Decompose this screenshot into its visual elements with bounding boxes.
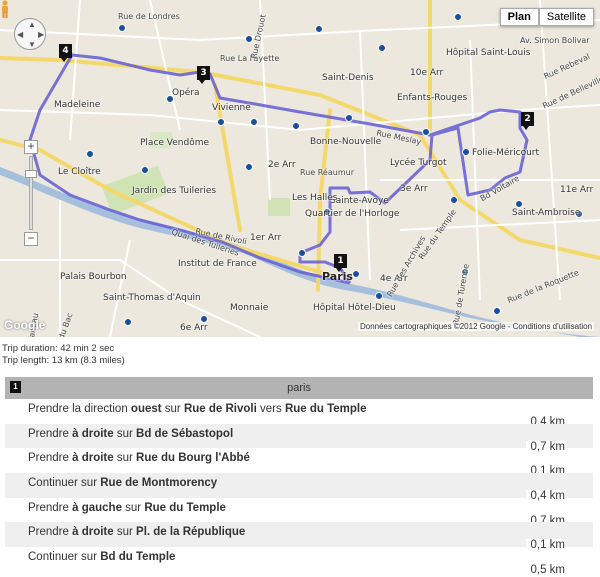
metro-icon: [462, 148, 470, 156]
route-marker-2[interactable]: 2: [521, 112, 534, 130]
metro-icon: [450, 196, 458, 204]
label-vivienne: Vivienne: [212, 103, 251, 113]
direction-step[interactable]: Prendre la direction ouest sur Rue de Ri…: [5, 399, 593, 428]
label-les-halles: Les Halles: [292, 193, 338, 203]
label-lycee-turgot: Lycée Turgot: [390, 158, 447, 168]
label-quartier-horloge: Quartier de l'Horloge: [305, 209, 400, 219]
street-rue-reaumur: Rue Réaumur: [300, 168, 354, 177]
metro-icon: [217, 118, 225, 126]
label-place-vendome: Place Vendôme: [140, 138, 210, 148]
direction-step[interactable]: Prendre à droite sur Rue du Bourg l'Abbé…: [5, 448, 593, 478]
route-marker-1[interactable]: 1: [334, 254, 347, 272]
direction-step[interactable]: Continuer sur Bd du Temple 0,5 km: [5, 547, 593, 577]
label-institut-france: Institut de France: [178, 259, 257, 269]
label-arr-10: 10e Arr: [410, 68, 444, 78]
directions-header: 1 paris: [5, 377, 593, 399]
directions-header-title: paris: [287, 382, 311, 394]
label-saint-thomas: Saint-Thomas d'Aquin: [103, 293, 201, 303]
zoom-control: + −: [24, 140, 38, 248]
direction-step[interactable]: Prendre à droite sur Pl. de la Républiqu…: [5, 522, 593, 552]
step-distance: 0,5 km: [526, 564, 565, 577]
directions-steps: Prendre la direction ouest sur Rue de Ri…: [5, 399, 593, 577]
pan-up-icon[interactable]: ▲: [28, 20, 36, 29]
label-sainte-avoye: Sainte-Avoye: [330, 196, 389, 206]
metro-icon: [124, 318, 132, 326]
label-hopital-saint-louis: Hôpital Saint-Louis: [446, 48, 531, 58]
trip-length: Trip length: 13 km (8.3 miles): [2, 355, 125, 366]
direction-step[interactable]: Continuer sur Rue de Montmorency 0,4 km: [5, 473, 593, 503]
map-type-plan-button[interactable]: Plan: [499, 8, 539, 26]
zoom-slider-handle[interactable]: [25, 170, 37, 178]
label-monnaie: Monnaie: [230, 303, 269, 313]
metro-icon: [352, 270, 360, 278]
street-view-pegman-icon[interactable]: [0, 0, 10, 18]
step-instruction: Continuer sur Rue de Montmorency: [28, 477, 218, 490]
step-instruction: Prendre à gauche sur Rue du Temple: [28, 501, 226, 514]
metro-icon: [118, 24, 126, 32]
zoom-out-button[interactable]: −: [24, 232, 38, 246]
metro-icon: [493, 307, 501, 315]
direction-step[interactable]: Prendre à droite sur Bd de Sébastopol 0,…: [5, 423, 593, 453]
pan-down-icon[interactable]: ▼: [28, 40, 36, 49]
label-madeleine: Madeleine: [54, 100, 101, 110]
metro-icon: [250, 118, 258, 126]
step-instruction: Prendre la direction ouest sur Rue de Ri…: [28, 403, 367, 415]
map-attribution[interactable]: Données cartographiques ©2012 Google - C…: [357, 322, 594, 331]
label-saint-denis: Saint-Denis: [322, 73, 374, 83]
label-enfants-rouges: Enfants-Rouges: [397, 93, 468, 103]
map[interactable]: Madeleine Place Vendôme Opéra Vivienne B…: [0, 0, 600, 337]
metro-icon: [375, 292, 383, 300]
step-instruction: Prendre à droite sur Bd de Sébastopol: [28, 427, 234, 440]
metro-icon: [292, 122, 300, 130]
metro-icon: [345, 114, 353, 122]
zoom-slider-track[interactable]: [29, 156, 33, 230]
metro-icon: [315, 25, 323, 33]
map-type-control: Plan Satellite: [499, 8, 594, 26]
street-rue-londres: Rue de Londres: [118, 12, 180, 21]
metro-icon: [298, 249, 306, 257]
label-le-cloitre: Le Cloître: [58, 167, 101, 177]
step-instruction: Prendre à droite sur Pl. de la Républiqu…: [28, 526, 246, 539]
metro-icon: [200, 315, 208, 323]
direction-step[interactable]: Prendre à gauche sur Rue du Temple 0,7 k…: [5, 498, 593, 527]
step-instruction: Prendre à droite sur Rue du Bourg l'Abbé: [28, 452, 250, 465]
zoom-in-button[interactable]: +: [24, 140, 38, 154]
label-saint-ambroise: Saint-Ambroise: [512, 208, 581, 218]
label-bonne-nouvelle: Bonne-Nouvelle: [310, 137, 382, 147]
metro-icon: [245, 163, 253, 171]
metro-icon: [454, 13, 462, 21]
label-arr-6: 6e Arr: [180, 323, 208, 333]
metro-icon: [86, 150, 94, 158]
street-av-bolivar: Av. Simon Bolivar: [520, 36, 590, 45]
label-arr-11: 11e Arr: [560, 185, 594, 195]
pan-right-icon[interactable]: ▶: [38, 30, 44, 39]
metro-icon: [378, 44, 386, 52]
route-marker-4[interactable]: 4: [59, 44, 72, 62]
metro-icon: [422, 128, 430, 136]
label-jardin-tuileries: Jardin des Tuileries: [132, 186, 217, 196]
label-folie-mericourt: Folie-Méricourt: [472, 148, 540, 158]
label-hopital-hotel-dieu: Hôpital Hôtel-Dieu: [313, 303, 396, 313]
label-arr-1: 1er Arr: [250, 233, 282, 243]
metro-icon: [515, 200, 523, 208]
step-instruction: Continuer sur Bd du Temple: [28, 551, 176, 564]
trip-summary: Trip duration: 42 min 2 sec Trip length:…: [2, 343, 125, 367]
label-opera: Opéra: [172, 88, 200, 98]
map-type-satellite-button[interactable]: Satellite: [538, 8, 594, 26]
pan-left-icon[interactable]: ◀: [17, 30, 23, 39]
label-arr-3: 3e Arr: [400, 184, 428, 194]
metro-icon: [141, 166, 149, 174]
pan-control[interactable]: ▲ ▼ ◀ ▶: [14, 18, 46, 50]
google-logo: Google: [4, 318, 46, 332]
halles-park: [268, 198, 290, 216]
label-arr-2: 2e Arr: [268, 160, 296, 170]
label-palais-bourbon: Palais Bourbon: [60, 272, 127, 282]
route-marker-3[interactable]: 3: [197, 66, 210, 84]
trip-duration: Trip duration: 42 min 2 sec: [2, 343, 115, 354]
